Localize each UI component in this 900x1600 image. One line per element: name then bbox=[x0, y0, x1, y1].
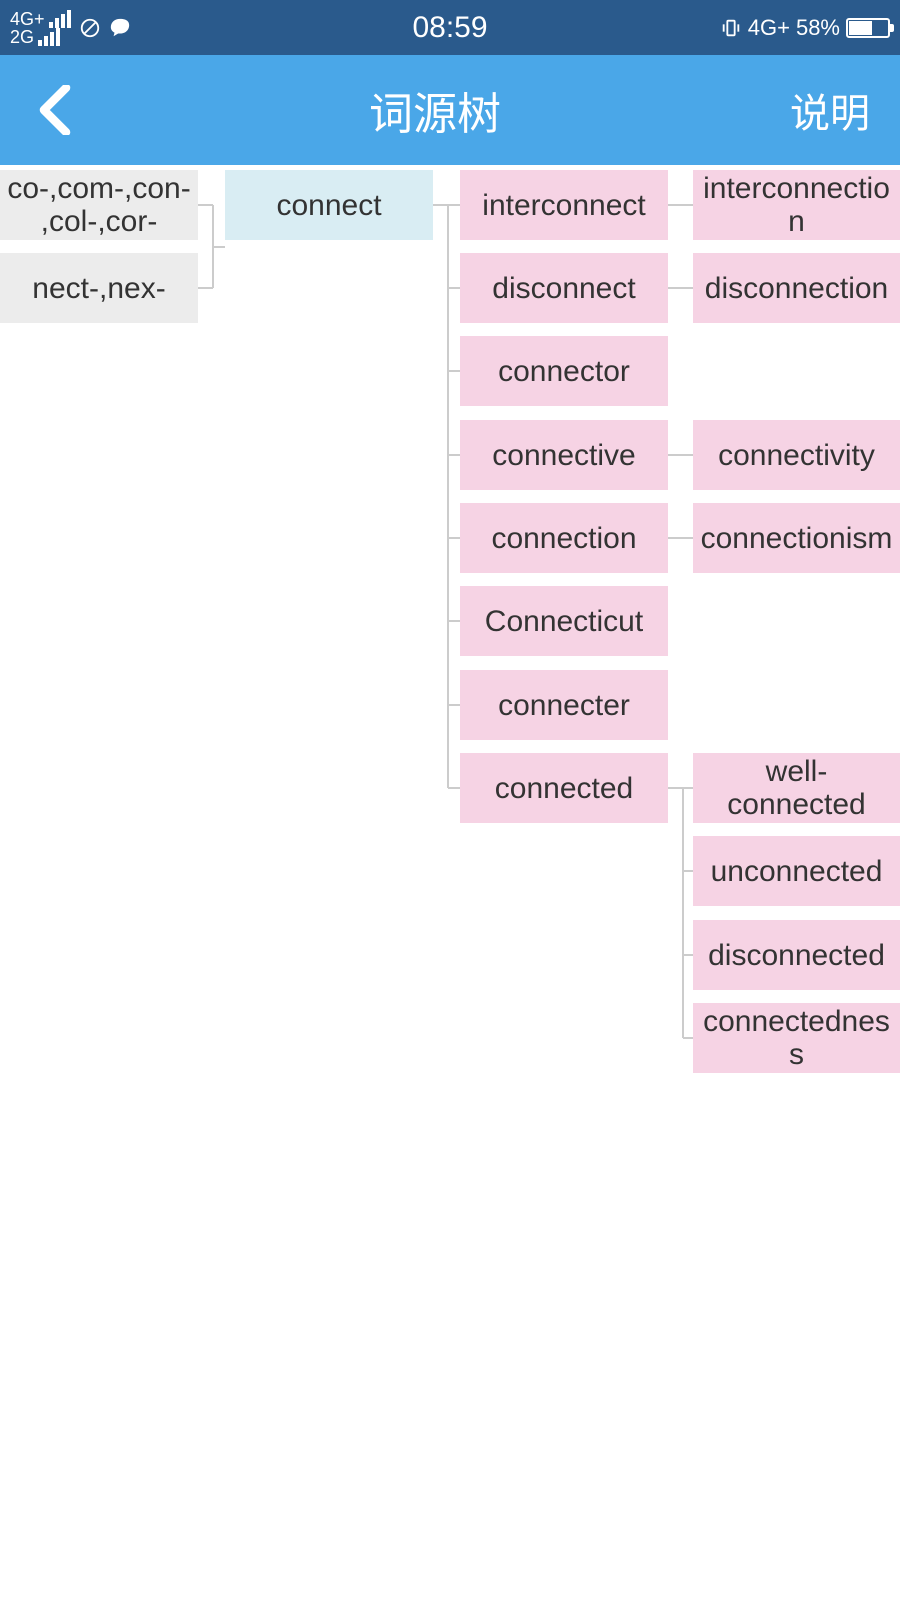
page-title: 词源树 bbox=[369, 78, 501, 142]
back-button[interactable] bbox=[30, 85, 80, 135]
node-connectedness[interactable]: connectedness bbox=[693, 1003, 900, 1073]
network-1-label: 4G+ bbox=[10, 10, 45, 28]
node-connector[interactable]: connector bbox=[460, 336, 668, 406]
status-bar: 4G+ 2G 08:59 4G+ 58% bbox=[0, 0, 900, 55]
network-3-label: 4G+ bbox=[748, 15, 790, 41]
node-disconnect[interactable]: disconnect bbox=[460, 253, 668, 323]
nav-bar: 词源树 说明 bbox=[0, 55, 900, 165]
node-connectionism[interactable]: connectionism bbox=[693, 503, 900, 573]
node-connectivity[interactable]: connectivity bbox=[693, 420, 900, 490]
node-connective[interactable]: connective bbox=[460, 420, 668, 490]
node-well-connected[interactable]: well-connected bbox=[693, 753, 900, 823]
node-connecter[interactable]: connecter bbox=[460, 670, 668, 740]
vibrate-icon bbox=[720, 17, 742, 39]
chevron-left-icon bbox=[37, 85, 73, 135]
node-unconnected[interactable]: unconnected bbox=[693, 836, 900, 906]
status-right: 4G+ 58% bbox=[720, 15, 890, 41]
battery-percent: 58% bbox=[796, 15, 840, 41]
node-interconnection[interactable]: interconnection bbox=[693, 170, 900, 240]
node-connected[interactable]: connected bbox=[460, 753, 668, 823]
node-disconnected[interactable]: disconnected bbox=[693, 920, 900, 990]
status-left: 4G+ 2G bbox=[10, 10, 131, 46]
do-not-disturb-icon bbox=[79, 17, 101, 39]
signal-bars-icon bbox=[49, 10, 71, 28]
node-disconnection[interactable]: disconnection bbox=[693, 253, 900, 323]
node-interconnect[interactable]: interconnect bbox=[460, 170, 668, 240]
battery-icon bbox=[846, 18, 890, 38]
node-connection[interactable]: connection bbox=[460, 503, 668, 573]
node-root-prefix[interactable]: co-,com-,con-,col-,cor- bbox=[0, 170, 198, 240]
signal-indicators: 4G+ 2G bbox=[10, 10, 71, 46]
signal-bars-icon bbox=[38, 28, 60, 46]
message-icon bbox=[109, 17, 131, 39]
clock: 08:59 bbox=[412, 11, 487, 45]
node-root-stem[interactable]: nect-,nex- bbox=[0, 253, 198, 323]
node-connecticut[interactable]: Connecticut bbox=[460, 586, 668, 656]
network-2-label: 2G bbox=[10, 28, 34, 46]
help-button[interactable]: 说明 bbox=[790, 81, 870, 139]
etymology-tree[interactable]: co-,com-,con-,col-,cor- nect-,nex- conne… bbox=[0, 165, 900, 1600]
node-connect[interactable]: connect bbox=[225, 170, 433, 240]
